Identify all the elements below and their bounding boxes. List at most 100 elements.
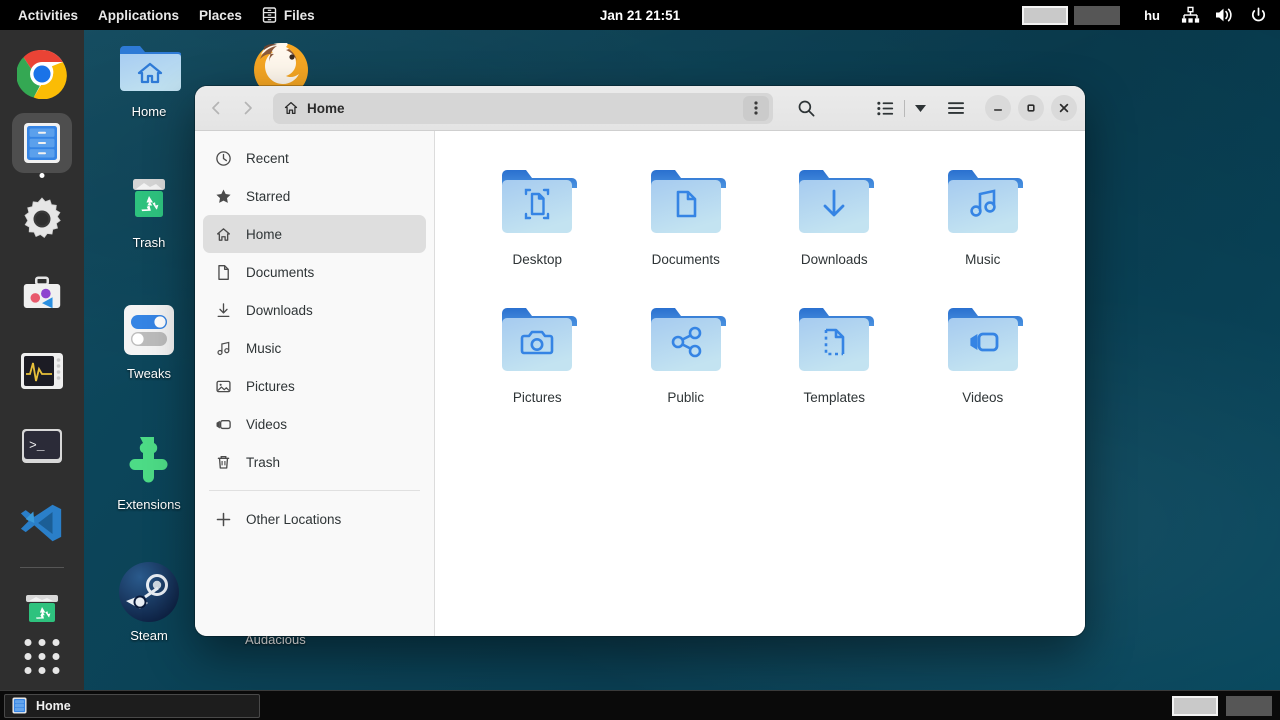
power-icon[interactable]	[1247, 4, 1269, 26]
file-item-videos[interactable]: Videos	[913, 291, 1053, 429]
workspace-1[interactable]	[1022, 5, 1069, 25]
video-icon	[215, 416, 232, 433]
back-button[interactable]	[201, 93, 231, 123]
software-bag-icon	[23, 276, 61, 309]
sidebar-item-label: Music	[246, 340, 282, 356]
workspace-switcher[interactable]	[1022, 5, 1121, 25]
workspace-2[interactable]	[1074, 5, 1121, 25]
show-applications-button[interactable]	[24, 639, 60, 674]
taskbar-workspace-2[interactable]	[1226, 695, 1272, 716]
window-headerbar: Home	[195, 86, 1085, 131]
places-menu[interactable]: Places	[189, 0, 252, 30]
system-monitor-icon	[21, 353, 63, 389]
music-icon	[215, 340, 232, 357]
document-icon	[215, 264, 232, 281]
list-view-icon[interactable]	[870, 93, 900, 123]
sidebar-item-home[interactable]: Home	[203, 215, 426, 253]
taskbar-workspace-switcher[interactable]	[1172, 695, 1272, 716]
path-bar-current-location[interactable]: Home	[283, 100, 743, 116]
sidebar-item-trash[interactable]: Trash	[203, 443, 426, 481]
activities-label: Activities	[18, 7, 79, 23]
sidebar-item-downloads[interactable]: Downloads	[203, 291, 426, 329]
vscode-icon	[20, 504, 62, 542]
files-window[interactable]: Home Recent Starred Home Documents Downl…	[195, 86, 1085, 636]
sidebar-item-videos[interactable]: Videos	[203, 405, 426, 443]
maximize-button[interactable]	[1018, 95, 1044, 121]
desktop-icon-label: Extensions	[117, 497, 181, 512]
dock-item-software[interactable]	[12, 265, 72, 325]
taskbar-window-label: Home	[36, 698, 71, 713]
network-icon[interactable]	[1179, 4, 1201, 26]
file-grid[interactable]: Desktop Documents Downloads Music Pictur…	[435, 131, 1085, 636]
folder-home-icon	[90, 36, 208, 100]
hamburger-menu-icon[interactable]	[941, 93, 971, 123]
folder-music-icon	[942, 170, 1024, 243]
taskbar: Home	[0, 690, 1280, 720]
dock-item-system-monitor[interactable]	[12, 341, 72, 401]
desktop-icon-label: Trash	[132, 235, 166, 250]
file-item-label: Pictures	[512, 390, 562, 405]
sidebar-separator	[209, 490, 420, 491]
desktop-icon-tweaks[interactable]: Tweaks	[90, 298, 208, 381]
sidebar-item-music[interactable]: Music	[203, 329, 426, 367]
forward-button[interactable]	[233, 93, 263, 123]
sidebar-item-documents[interactable]: Documents	[203, 253, 426, 291]
taskbar-window-button-home[interactable]: Home	[4, 693, 260, 718]
file-item-label: Documents	[651, 252, 720, 267]
sidebar-item-label: Other Locations	[246, 511, 342, 527]
dock-item-terminal[interactable]: >_	[12, 417, 72, 477]
sidebar-item-pictures[interactable]: Pictures	[203, 367, 426, 405]
file-item-label: Downloads	[800, 252, 868, 267]
file-item-templates[interactable]: Templates	[764, 291, 904, 429]
dock-item-chrome[interactable]	[12, 44, 72, 104]
tweaks-icon	[90, 298, 208, 362]
places-sidebar: Recent Starred Home Documents Downloads …	[195, 131, 435, 636]
file-item-music[interactable]: Music	[913, 153, 1053, 291]
top-bar: Activities Applications Places Files Jan…	[0, 0, 1280, 30]
sidebar-item-starred[interactable]: Starred	[203, 177, 426, 215]
desktop-icon-label: Home	[131, 104, 167, 119]
volume-icon[interactable]	[1213, 4, 1235, 26]
taskbar-workspace-1[interactable]	[1172, 695, 1218, 716]
dock-item-trash[interactable]	[12, 578, 72, 638]
file-item-public[interactable]: Public	[616, 291, 756, 429]
path-bar[interactable]: Home	[273, 92, 773, 124]
folder-desktop-icon	[496, 170, 578, 243]
file-item-label: Public	[667, 390, 705, 405]
active-app-menu[interactable]: Files	[252, 0, 325, 30]
dock-item-settings[interactable]	[12, 189, 72, 249]
file-item-documents[interactable]: Documents	[616, 153, 756, 291]
top-bar-status-area: hu	[1022, 0, 1272, 30]
desktop-icon-trash[interactable]: Trash	[90, 167, 208, 250]
file-item-pictures[interactable]: Pictures	[467, 291, 607, 429]
active-app-label: Files	[283, 7, 315, 23]
minimize-button[interactable]	[985, 95, 1011, 121]
applications-menu[interactable]: Applications	[88, 0, 189, 30]
sidebar-item-label: Recent	[246, 150, 289, 166]
desktop-icon-steam[interactable]: Steam	[90, 560, 208, 643]
desktop-icon-extensions[interactable]: Extensions	[90, 429, 208, 512]
files-cabinet-icon	[24, 123, 60, 163]
activities-button[interactable]: Activities	[8, 0, 88, 30]
folder-public-icon	[645, 308, 727, 381]
sidebar-item-other-locations[interactable]: Other Locations	[203, 500, 426, 538]
folder-downloads-icon	[793, 170, 875, 243]
files-cabinet-icon	[12, 697, 27, 714]
desktop-icon-home[interactable]: Home	[90, 36, 208, 119]
search-icon[interactable]	[791, 93, 821, 123]
keyboard-layout-indicator[interactable]: hu	[1144, 8, 1160, 23]
close-button[interactable]	[1051, 95, 1077, 121]
toolbar-separator	[904, 99, 905, 117]
vertical-dots-icon[interactable]	[743, 95, 769, 121]
sidebar-item-recent[interactable]: Recent	[203, 139, 426, 177]
dock-item-vscode[interactable]	[12, 493, 72, 553]
plus-icon	[215, 511, 232, 528]
chevron-down-icon[interactable]	[909, 93, 931, 123]
file-item-desktop[interactable]: Desktop	[467, 153, 607, 291]
sidebar-item-label: Documents	[246, 264, 315, 280]
file-item-downloads[interactable]: Downloads	[764, 153, 904, 291]
path-bar-label: Home	[307, 100, 345, 116]
folder-videos-icon	[942, 308, 1024, 381]
dock-item-files[interactable]	[12, 113, 72, 178]
sidebar-item-label: Home	[246, 226, 283, 242]
